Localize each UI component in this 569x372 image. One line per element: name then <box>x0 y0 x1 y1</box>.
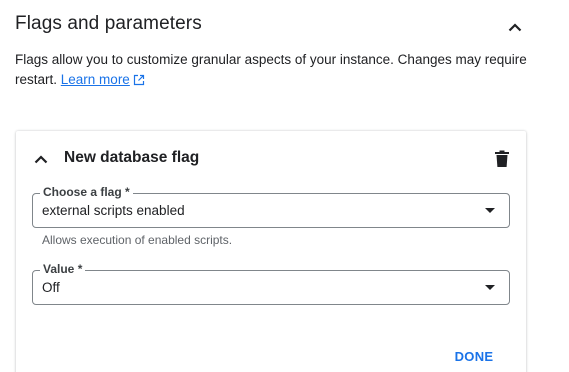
collapse-flag-button[interactable] <box>30 149 52 169</box>
learn-more-label: Learn more <box>60 72 130 87</box>
dropdown-arrow-icon <box>485 208 495 213</box>
trash-icon <box>495 150 509 167</box>
value-value: Off <box>42 280 60 295</box>
value-label: Value * <box>40 262 86 276</box>
value-select[interactable]: Value * Off <box>32 262 510 305</box>
choose-flag-select[interactable]: Choose a flag * external scripts enabled <box>32 185 510 228</box>
flags-and-parameters-panel: Flags and parameters Flags allow you to … <box>0 0 569 372</box>
section-description: Flags allow you to customize granular as… <box>15 50 535 92</box>
external-link-icon <box>133 72 145 92</box>
card-title: New database flag <box>64 149 200 166</box>
choose-flag-label: Choose a flag * <box>40 185 133 199</box>
new-flag-card: New database flag Choose a flag * extern… <box>16 131 526 372</box>
chevron-up-icon <box>34 154 48 163</box>
chevron-up-icon <box>508 22 522 31</box>
section-title: Flags and parameters <box>15 13 202 34</box>
collapse-section-button[interactable] <box>502 14 528 40</box>
done-button[interactable]: DONE <box>446 346 502 366</box>
learn-more-link[interactable]: Learn more <box>61 72 130 87</box>
delete-flag-button[interactable] <box>494 150 510 168</box>
flag-hint-text: Allows execution of enabled scripts. <box>42 233 233 247</box>
dropdown-arrow-icon <box>485 285 495 290</box>
choose-flag-value: external scripts enabled <box>42 203 185 218</box>
